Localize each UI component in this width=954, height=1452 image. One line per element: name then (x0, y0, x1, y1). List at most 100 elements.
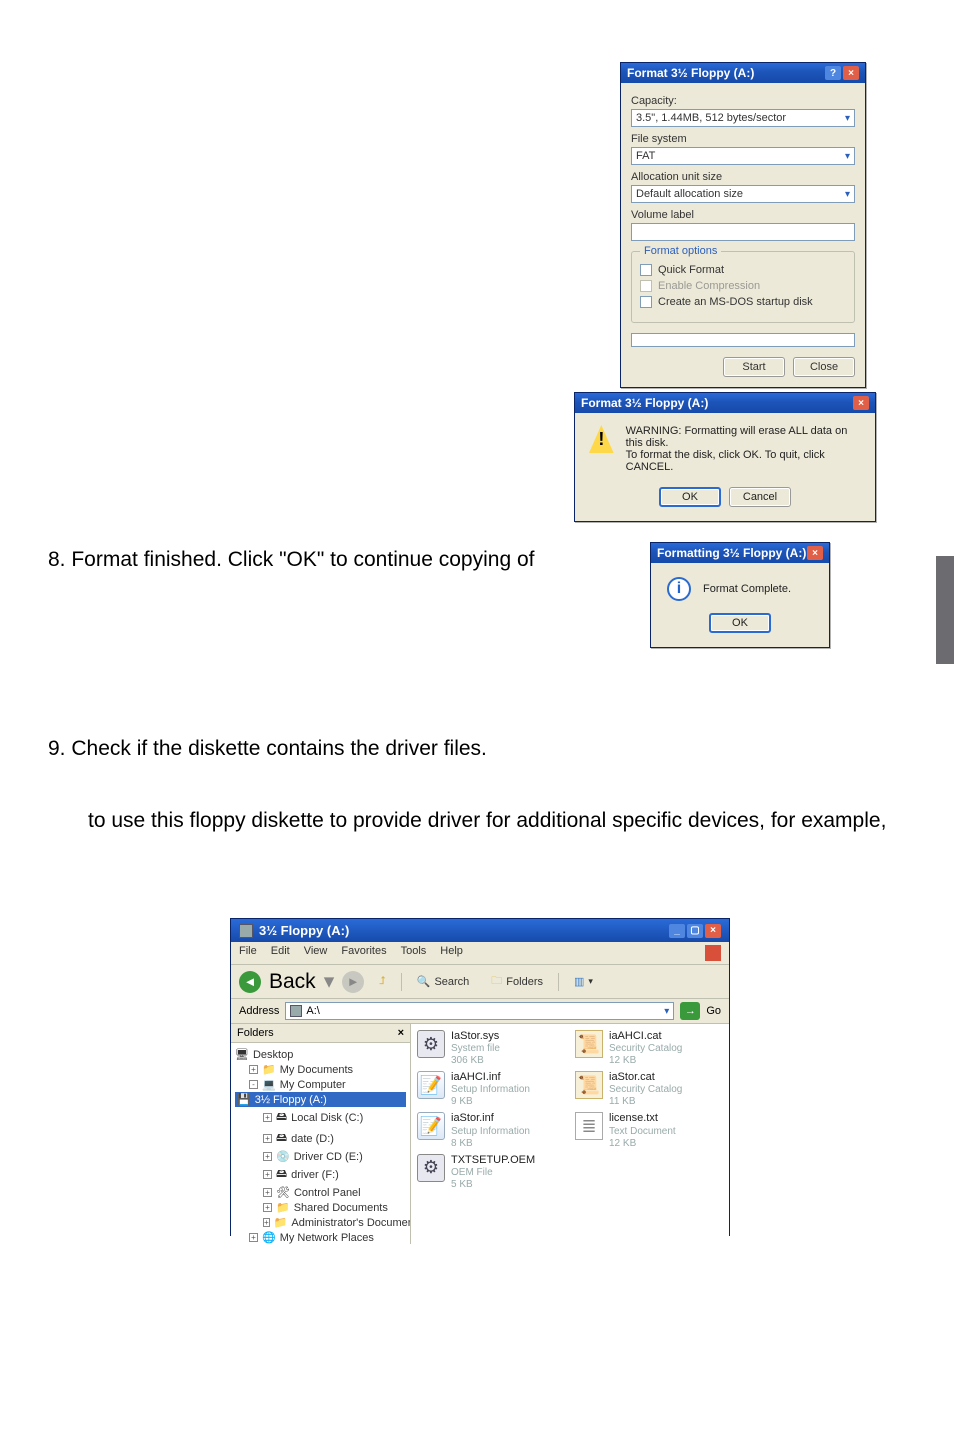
menu-tools[interactable]: Tools (401, 945, 427, 961)
address-bar-row: Address A:\ ▾ → Go (231, 999, 729, 1024)
folder-icon: 📁 (274, 1216, 288, 1229)
files-pane: ⚙ IaStor.sysSystem file306 KB 📜 iaAHCI.c… (411, 1024, 729, 1244)
menu-edit[interactable]: Edit (271, 945, 290, 961)
expand-icon[interactable]: + (263, 1134, 272, 1143)
ok-button[interactable]: OK (659, 487, 721, 507)
tree-control-panel[interactable]: +🛠Control Panel (235, 1185, 406, 1200)
tree-desktop[interactable]: 🖥Desktop (235, 1047, 406, 1062)
file-item[interactable]: 📜 iaAHCI.catSecurity Catalog12 KB (575, 1030, 723, 1067)
ok-button[interactable]: OK (709, 613, 771, 633)
tree-label: Driver CD (E:) (294, 1151, 363, 1163)
expand-icon[interactable]: + (249, 1065, 258, 1074)
file-type: OEM File (451, 1167, 535, 1179)
explorer-titlebar[interactable]: 3½ Floppy (A:) _ ▢ × (231, 919, 729, 942)
tree-label: date (D:) (291, 1133, 334, 1145)
cat-file-icon: 📜 (575, 1030, 603, 1058)
tree-driver-cd[interactable]: +💿Driver CD (E:) (235, 1149, 406, 1164)
tree-my-computer[interactable]: -💻My Computer (235, 1077, 406, 1092)
step9-note-text: to use this floppy diskette to provide d… (88, 806, 886, 835)
maximize-button[interactable]: ▢ (687, 924, 703, 938)
expand-icon[interactable]: + (263, 1152, 272, 1161)
filesystem-select[interactable]: FAT ▾ (631, 147, 855, 165)
minimize-button[interactable]: _ (669, 924, 685, 938)
inf-file-icon: 📝 (417, 1071, 445, 1099)
expand-icon[interactable]: + (263, 1203, 272, 1212)
cancel-button[interactable]: Cancel (729, 487, 791, 507)
expand-icon[interactable]: + (263, 1188, 272, 1197)
computer-icon: 💻 (262, 1078, 276, 1091)
file-item[interactable]: ≣ license.txtText Document12 KB (575, 1112, 723, 1149)
tree-driver-f[interactable]: +🖴driver (F:) (235, 1164, 406, 1185)
go-label: Go (706, 1005, 721, 1017)
allocation-select[interactable]: Default allocation size ▾ (631, 185, 855, 203)
folder-icon: 📁 (262, 1063, 276, 1076)
format-dialog-titlebar[interactable]: Format 3½ Floppy (A:) ? × (621, 63, 865, 83)
menu-bar: File Edit View Favorites Tools Help (231, 942, 729, 965)
file-size: 9 KB (451, 1096, 530, 1108)
expand-icon[interactable]: + (263, 1170, 272, 1179)
format-complete-dialog: Formatting 3½ Floppy (A:) × i Format Com… (650, 542, 830, 648)
file-item[interactable]: 📝 iaAHCI.infSetup Information9 KB (417, 1071, 565, 1108)
go-button[interactable]: → (680, 1002, 700, 1020)
close-pane-icon[interactable]: × (398, 1027, 404, 1039)
format-progress-bar (631, 333, 855, 347)
search-button[interactable]: 🔍 Search (410, 972, 477, 991)
views-button[interactable]: ▥ ▾ (567, 972, 600, 991)
close-button[interactable]: × (843, 66, 859, 80)
tree-local-c[interactable]: +🖴Local Disk (C:) (235, 1107, 406, 1128)
tree-label: My Network Places (280, 1232, 374, 1244)
filesystem-value: FAT (636, 150, 655, 162)
tree-admin-docs[interactable]: +📁Administrator's Documents (235, 1215, 406, 1230)
allocation-value: Default allocation size (636, 188, 743, 200)
file-item[interactable]: 📜 iaStor.catSecurity Catalog11 KB (575, 1071, 723, 1108)
sys-file-icon: ⚙ (417, 1030, 445, 1058)
menu-help[interactable]: Help (440, 945, 463, 961)
forward-button: ► (342, 971, 364, 993)
menu-favorites[interactable]: Favorites (341, 945, 386, 961)
address-input[interactable]: A:\ ▾ (285, 1002, 674, 1020)
tree-my-documents[interactable]: +📁My Documents (235, 1062, 406, 1077)
close-button[interactable]: × (853, 396, 869, 410)
capacity-value: 3.5", 1.44MB, 512 bytes/sector (636, 112, 786, 124)
info-dialog-title: Formatting 3½ Floppy (A:) (657, 546, 806, 560)
address-value: A:\ (306, 1005, 319, 1017)
format-complete-msg: Format Complete. (703, 583, 791, 595)
up-button[interactable]: ⮥ (372, 972, 393, 991)
collapse-icon[interactable]: - (249, 1080, 258, 1089)
close-button[interactable]: Close (793, 357, 855, 377)
file-name: iaAHCI.cat (609, 1030, 682, 1043)
back-button[interactable]: ◄ (239, 971, 261, 993)
help-button[interactable]: ? (825, 66, 841, 80)
file-item[interactable]: ⚙ TXTSETUP.OEMOEM File5 KB (417, 1154, 565, 1191)
expand-icon[interactable]: + (249, 1233, 258, 1242)
tree-network[interactable]: +🌐My Network Places (235, 1230, 406, 1244)
msdos-disk-checkbox[interactable]: Create an MS-DOS startup disk (640, 296, 846, 308)
tree-label: Shared Documents (294, 1202, 388, 1214)
tree-shared-docs[interactable]: +📁Shared Documents (235, 1200, 406, 1215)
file-name: IaStor.sys (451, 1030, 500, 1043)
volume-label-input[interactable] (631, 223, 855, 241)
info-icon: i (667, 577, 691, 601)
capacity-select[interactable]: 3.5", 1.44MB, 512 bytes/sector ▾ (631, 109, 855, 127)
close-button[interactable]: × (705, 924, 721, 938)
file-size: 11 KB (609, 1096, 682, 1108)
tree-date-d[interactable]: +🖴date (D:) (235, 1128, 406, 1149)
menu-file[interactable]: File (239, 945, 257, 961)
warning-dialog-titlebar[interactable]: Format 3½ Floppy (A:) × (575, 393, 875, 413)
quick-format-checkbox[interactable]: Quick Format (640, 264, 846, 276)
folders-button[interactable]: 🗀 Folders (484, 969, 550, 994)
folders-pane-title: Folders (237, 1027, 274, 1039)
tree-floppy-selected[interactable]: 💾3½ Floppy (A:) (235, 1092, 406, 1107)
file-item[interactable]: 📝 iaStor.infSetup Information8 KB (417, 1112, 565, 1149)
start-button[interactable]: Start (723, 357, 785, 377)
expand-icon[interactable]: + (263, 1113, 272, 1122)
chevron-down-icon: ▾ (845, 151, 850, 162)
back-dropdown-icon[interactable]: ▾ (324, 969, 335, 994)
menu-view[interactable]: View (304, 945, 328, 961)
close-button[interactable]: × (807, 546, 823, 560)
expand-icon[interactable]: + (263, 1218, 270, 1227)
info-dialog-titlebar[interactable]: Formatting 3½ Floppy (A:) × (651, 543, 829, 563)
tree-label: driver (F:) (291, 1169, 339, 1181)
file-item[interactable]: ⚙ IaStor.sysSystem file306 KB (417, 1030, 565, 1067)
allocation-label: Allocation unit size (631, 171, 855, 183)
